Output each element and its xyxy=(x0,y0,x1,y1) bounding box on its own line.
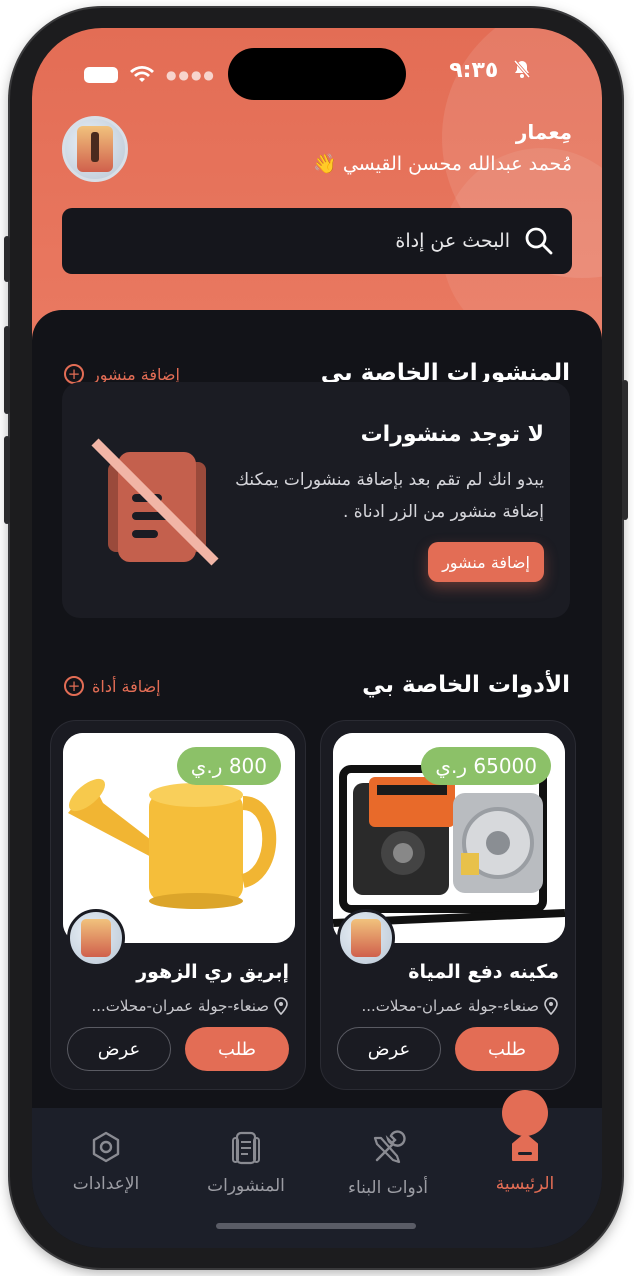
add-post-label: إضافة منشور xyxy=(92,364,180,384)
nav-item-tools[interactable]: أدوات البناء xyxy=(328,1130,448,1198)
app-screen: ●●●● ٩:٣٥ مِعمار مُحمد عبدالله محسن القي… xyxy=(32,28,602,1248)
price-badge: 65000 ر.ي xyxy=(421,747,551,785)
home-icon xyxy=(512,1133,538,1161)
add-tool-label: إضافة أداة xyxy=(92,676,161,696)
action-button xyxy=(4,236,10,282)
posts-icon xyxy=(232,1131,260,1165)
add-post-link[interactable]: + إضافة منشور xyxy=(64,364,180,384)
location-pin-icon xyxy=(274,997,288,1015)
user-role: مِعمار xyxy=(515,120,572,144)
nav-label-tools: أدوات البناء xyxy=(348,1178,428,1198)
price-badge: 800 ر.ي xyxy=(176,747,281,785)
wifi-icon xyxy=(130,66,154,82)
bell-slash-icon xyxy=(513,60,531,78)
order-button[interactable]: طلب xyxy=(455,1027,559,1071)
tools-section-title: الأدوات الخاصة بي xyxy=(362,672,570,698)
search-input[interactable]: البحث عن إداة xyxy=(395,230,510,252)
order-button[interactable]: طلب xyxy=(185,1027,289,1071)
add-tool-link[interactable]: + إضافة أداة xyxy=(64,676,161,696)
avatar-image xyxy=(351,919,381,957)
nav-label-posts: المنشورات xyxy=(207,1176,285,1196)
battery-icon xyxy=(84,67,118,83)
tool-location-text: صنعاء-جولة عمران-محلات... xyxy=(361,997,539,1015)
volume-up-button xyxy=(4,326,10,414)
nav-item-home[interactable]: الرئيسية xyxy=(465,1130,585,1194)
plus-icon: + xyxy=(64,364,84,384)
settings-icon xyxy=(92,1131,120,1163)
avatar-image xyxy=(77,126,113,172)
tool-location: صنعاء-جولة عمران-محلات... xyxy=(91,997,289,1015)
owner-avatar[interactable] xyxy=(337,909,395,967)
dynamic-island xyxy=(228,48,406,100)
search-icon xyxy=(525,227,553,255)
empty-posts-title: لا توجد منشورات xyxy=(360,422,544,447)
nav-label-home: الرئيسية xyxy=(495,1174,555,1194)
status-bar-left: ●●●● xyxy=(84,66,216,84)
nav-item-posts[interactable]: المنشورات xyxy=(186,1130,306,1196)
user-avatar[interactable] xyxy=(62,116,128,182)
owner-avatar[interactable] xyxy=(67,909,125,967)
view-button[interactable]: عرض xyxy=(337,1027,441,1071)
volume-down-button xyxy=(4,436,10,524)
add-post-button[interactable]: إضافة منشور xyxy=(428,542,544,582)
main-content: المنشورات الخاصة بي + إضافة منشور لا توج… xyxy=(32,310,602,1110)
tool-location-text: صنعاء-جولة عمران-محلات... xyxy=(91,997,269,1015)
signal-dots-icon: ●●●● xyxy=(166,68,216,82)
plus-icon: + xyxy=(64,676,84,696)
status-time: ٩:٣٥ xyxy=(449,58,532,83)
tool-card[interactable]: 800 ر.ي إبريق ري الزهور صنعاء-جولة عمران… xyxy=(50,720,306,1090)
tools-icon xyxy=(373,1130,406,1164)
tool-name: إبريق ري الزهور xyxy=(136,961,289,983)
nav-item-settings[interactable]: الإعدادات xyxy=(46,1130,166,1194)
tool-location: صنعاء-جولة عمران-محلات... xyxy=(361,997,559,1015)
status-time-text: ٩:٣٥ xyxy=(449,58,499,83)
home-indicator[interactable] xyxy=(216,1223,416,1229)
nav-label-settings: الإعدادات xyxy=(72,1174,140,1194)
power-button xyxy=(622,380,628,520)
view-button[interactable]: عرض xyxy=(67,1027,171,1071)
no-posts-icon xyxy=(91,438,219,566)
location-pin-icon xyxy=(544,997,558,1015)
empty-posts-card: لا توجد منشورات يبدو انك لم تقم بعد بإضا… xyxy=(62,382,570,618)
user-name: مُحمد عبدالله محسن القيسي 👋 xyxy=(313,153,572,175)
search-bar[interactable]: البحث عن إداة xyxy=(62,208,572,274)
tool-name: مكينه دفع المياة xyxy=(408,961,559,983)
tool-card[interactable]: 65000 ر.ي مكينه دفع المياة صنعاء-جولة عم… xyxy=(320,720,576,1090)
avatar-image xyxy=(81,919,111,957)
empty-posts-description: يبدو انك لم تقم بعد بإضافة منشورات يمكنك… xyxy=(235,470,544,522)
